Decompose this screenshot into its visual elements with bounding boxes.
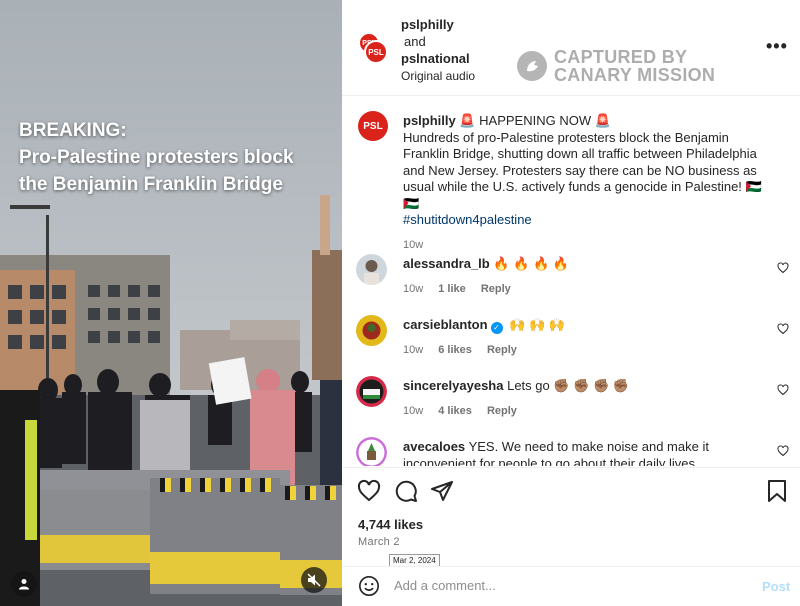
post-side-panel: PSL PSL pslphilly and pslnational Origin… [342, 0, 800, 606]
reply-button[interactable]: Reply [487, 405, 517, 417]
video-frame [0, 0, 342, 606]
watermark-line: CAPTURED BY [554, 47, 688, 67]
commenter-avatar[interactable] [356, 437, 387, 466]
watermark: CAPTURED BY CANARY MISSION [517, 48, 715, 84]
mute-button[interactable] [301, 567, 327, 593]
caption-line: BREAKING: [19, 120, 127, 141]
comment-item: avecaloes YES. We need to make noise and… [356, 437, 789, 466]
reply-button[interactable]: Reply [487, 344, 517, 356]
comment-input[interactable] [394, 578, 734, 593]
reply-button[interactable]: Reply [481, 283, 511, 295]
heart-icon[interactable] [777, 262, 789, 274]
author-avatar[interactable]: PSL [358, 111, 388, 141]
comment-icon[interactable] [394, 479, 418, 503]
comment-item: carsieblanton ✓ 🙌 🙌 🙌 10w 6 likes Reply [356, 315, 789, 371]
comment-time: 10w [403, 404, 424, 417]
comment-item: alessandra_lb 🔥 🔥 🔥 🔥 10w 1 like Reply [356, 254, 789, 310]
commenter-avatar[interactable] [356, 254, 387, 285]
comment-username[interactable]: sincerelyayesha [403, 378, 503, 393]
caption-time: 10w [403, 238, 424, 251]
emoji-icon[interactable] [358, 575, 380, 597]
comment-time: 10w [403, 344, 424, 356]
likes-count[interactable]: 4,744 likes [358, 517, 423, 532]
comment-likes[interactable]: 6 likes [438, 344, 472, 356]
reel-video[interactable]: BREAKING: Pro-Palestine protesters block… [0, 0, 342, 606]
caption-line: Pro-Palestine protesters block [19, 147, 294, 168]
bookmark-icon[interactable] [766, 479, 788, 503]
comment-time: 10w [403, 282, 424, 295]
commenter-avatar[interactable] [356, 315, 387, 346]
action-bar: 4,744 likes March 2 Mar 2, 2024 [342, 467, 800, 567]
pslnational-avatar[interactable]: PSL [364, 40, 388, 64]
comment-username[interactable]: carsieblanton [403, 317, 488, 332]
muted-speaker-icon [307, 573, 321, 587]
comment-text: 🔥 🔥 🔥 🔥 [493, 256, 569, 271]
username-link[interactable]: pslnational [401, 50, 475, 67]
video-caption: BREAKING: Pro-Palestine protesters block… [19, 117, 339, 198]
caption-line: the Benjamin Franklin Bridge [19, 174, 283, 195]
heart-icon[interactable] [777, 323, 789, 335]
audio-link[interactable]: Original audio [401, 68, 475, 85]
heart-icon[interactable] [777, 384, 789, 396]
comment-likes[interactable]: 1 like [438, 283, 466, 295]
post-header: PSL PSL pslphilly and pslnational Origin… [342, 0, 800, 96]
verified-badge-icon: ✓ [490, 322, 503, 334]
caption-lead: 🚨 HAPPENING NOW 🚨 [455, 113, 611, 128]
more-icon[interactable]: ••• [766, 36, 788, 57]
caption-text: Hundreds of pro-Palestine protesters blo… [403, 129, 762, 211]
and-text: and [404, 34, 426, 49]
comment-username[interactable]: alessandra_lb [403, 256, 490, 271]
collab-names: pslphilly and pslnational Original audio [401, 16, 475, 85]
hashtag-link[interactable]: #shutitdown4palestine [403, 212, 773, 229]
share-icon[interactable] [430, 479, 454, 503]
post-button[interactable]: Post [762, 579, 790, 594]
comments-scroll[interactable]: PSL pslphilly 🚨 HAPPENING NOW 🚨 Hundreds… [342, 97, 800, 466]
comment-username[interactable]: avecaloes [403, 439, 465, 454]
comment-item: sincerelyayesha Lets go ✊🏽 ✊🏽 ✊🏽 ✊🏽 10w … [356, 376, 789, 432]
comment-text: Lets go ✊🏽 ✊🏽 ✊🏽 ✊🏽 [507, 378, 629, 393]
post-date[interactable]: March 2 [358, 536, 400, 548]
user-icon [19, 579, 29, 590]
comment-likes[interactable]: 4 likes [438, 405, 472, 417]
heart-icon[interactable] [357, 479, 381, 503]
caption-username[interactable]: pslphilly [403, 113, 456, 128]
watermark-line: CANARY MISSION [554, 65, 716, 85]
add-comment-bar: Post [342, 566, 800, 606]
commenter-avatar[interactable] [356, 376, 387, 407]
username-link[interactable]: pslphilly [401, 16, 475, 33]
tagged-users-button[interactable] [11, 571, 37, 597]
canary-logo-icon [517, 51, 547, 81]
comment-text: 🙌 🙌 🙌 [509, 317, 565, 332]
heart-icon[interactable] [777, 445, 789, 457]
